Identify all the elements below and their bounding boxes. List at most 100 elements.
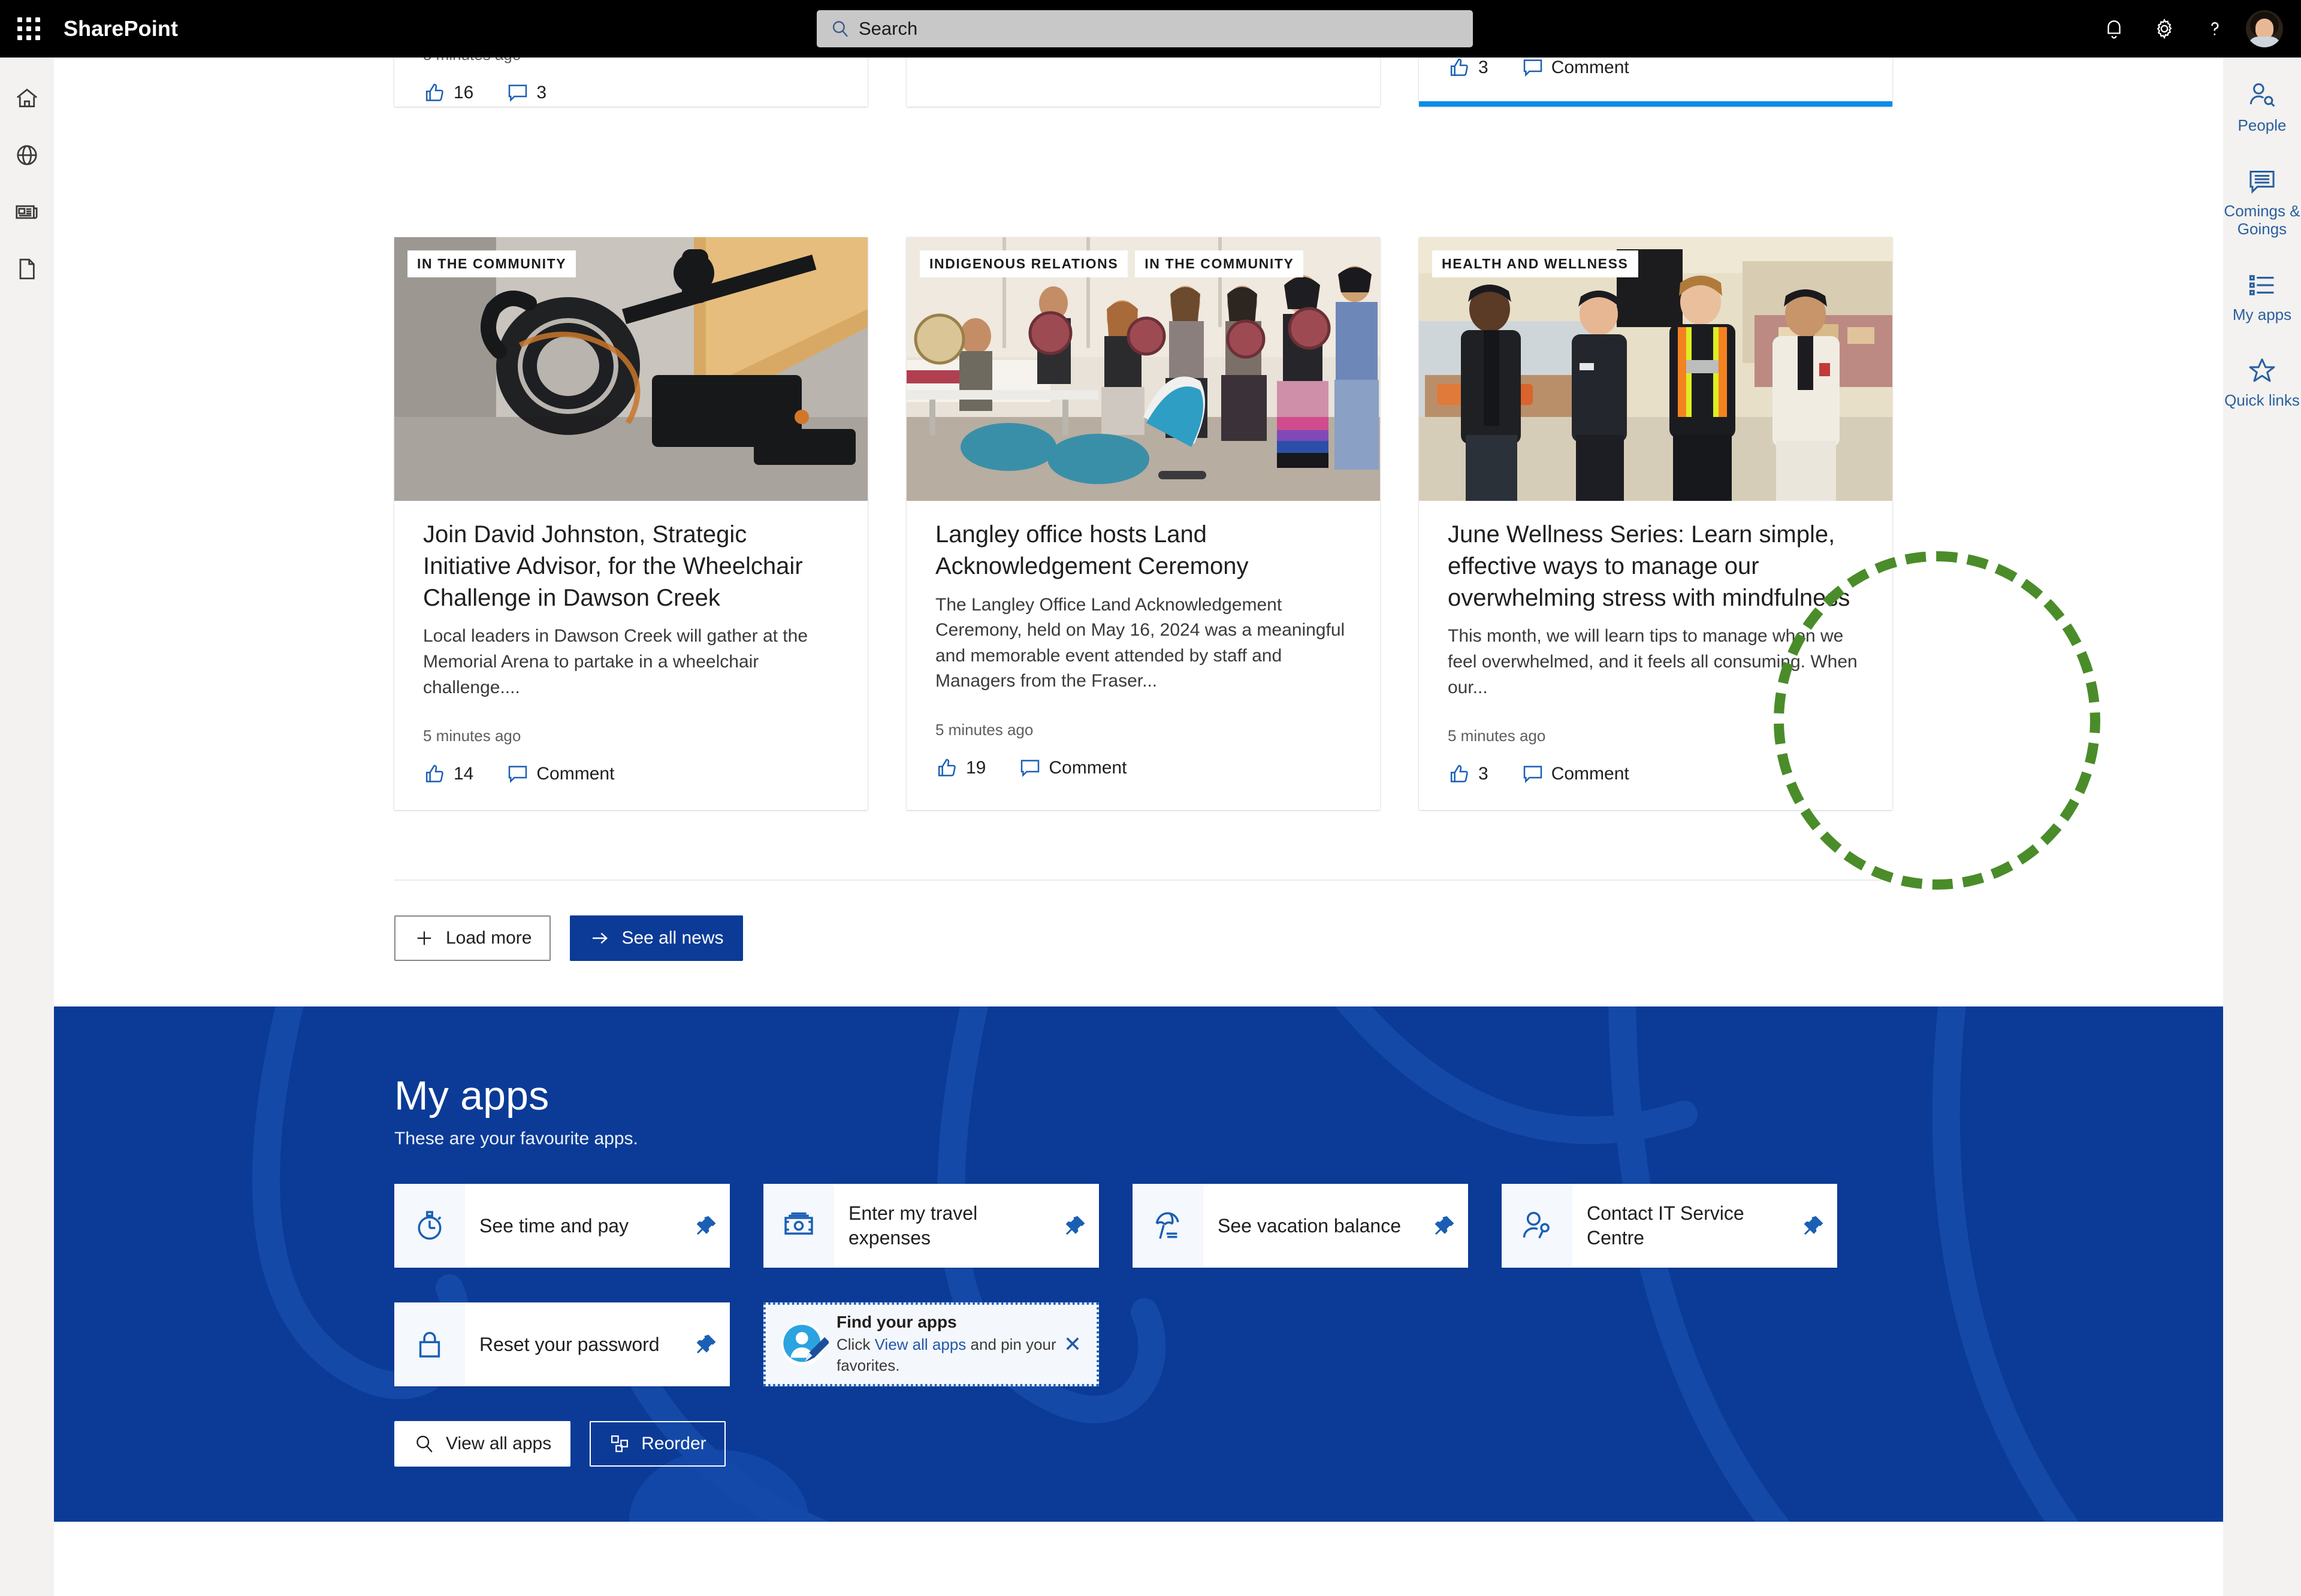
view-all-apps-link[interactable]: View all apps — [875, 1335, 967, 1353]
sidebar-item-people[interactable]: People — [2223, 80, 2301, 135]
like-button[interactable]: 16 — [423, 81, 473, 105]
help-question-icon[interactable] — [2190, 0, 2240, 58]
like-count: 14 — [454, 764, 473, 784]
news-card-title[interactable]: June Wellness Series: Learn simple, effe… — [1448, 519, 1864, 613]
like-button[interactable]: 3 — [1448, 762, 1488, 786]
app-tile-label: Reset your password — [465, 1332, 682, 1357]
news-card-actions: 14 Comment — [423, 762, 839, 810]
reorder-label: Reorder — [641, 1434, 706, 1454]
like-button[interactable]: 19 — [935, 756, 986, 780]
see-all-news-button[interactable]: See all news — [570, 915, 742, 961]
sidebar-item-comings-goings[interactable]: Comings & Goings — [2223, 166, 2301, 238]
news-tag[interactable]: IN THE COMMUNITY — [407, 250, 576, 277]
news-card-partial-2[interactable]: Community Inclusion 5 minutes ago 10 Com… — [907, 58, 1380, 107]
comment-button[interactable]: Comment — [506, 762, 614, 786]
beach-umbrella-icon — [1133, 1184, 1203, 1268]
comment-button[interactable]: Comment — [1521, 762, 1629, 786]
suite-title[interactable]: SharePoint — [64, 16, 178, 41]
news-card[interactable]: IN THE COMMUNITY Join David Johnston, St… — [394, 237, 868, 810]
person-wrench-icon — [1502, 1184, 1572, 1268]
news-card-description: The Langley Office Land Acknowledgement … — [935, 593, 1351, 694]
news-tag[interactable]: HEALTH AND WELLNESS — [1432, 250, 1638, 277]
news-tag[interactable]: IN THE COMMUNITY — [1135, 250, 1303, 277]
waffle-grid — [17, 17, 40, 40]
sidebar-item-label: Quick links — [2224, 392, 2300, 410]
news-card[interactable]: INDIGENOUS RELATIONS IN THE COMMUNITY La… — [907, 237, 1380, 810]
news-card-title[interactable]: Join David Johnston, Strategic Initiativ… — [423, 519, 839, 613]
my-apps-title: My apps — [394, 1072, 2223, 1119]
news-divider — [394, 879, 1882, 881]
sidebar-item-my-apps[interactable]: My apps — [2223, 270, 2301, 324]
callout-body: Click View all apps and pin your favorit… — [837, 1334, 1057, 1376]
reorder-button[interactable]: Reorder — [590, 1421, 725, 1467]
my-apps-icon — [2246, 270, 2278, 301]
thumbs-up-icon — [935, 756, 959, 780]
news-card-tags: INDIGENOUS RELATIONS IN THE COMMUNITY — [920, 250, 1303, 277]
plus-icon — [413, 927, 435, 949]
home-icon[interactable] — [0, 69, 54, 126]
comment-button[interactable]: Comment — [1521, 58, 1629, 80]
pin-icon[interactable] — [682, 1332, 730, 1356]
news-buttons: Load more See all news — [394, 915, 743, 961]
comment-icon — [1521, 58, 1545, 80]
app-launcher-waffle-icon[interactable] — [0, 0, 58, 58]
settings-gear-icon[interactable] — [2139, 0, 2190, 58]
search-input-placeholder: Search — [859, 18, 917, 40]
view-all-apps-label: View all apps — [446, 1434, 551, 1454]
comment-button[interactable]: 3 — [506, 81, 546, 105]
app-tile-enter-my-travel-expenses[interactable]: Enter my travel expenses — [763, 1184, 1099, 1268]
thumbs-up-icon — [423, 762, 447, 786]
globe-icon[interactable] — [0, 126, 54, 183]
news-tag[interactable]: INDIGENOUS RELATIONS — [920, 250, 1128, 277]
quick-links-icon — [2246, 355, 2278, 386]
comings-goings-icon — [2246, 166, 2278, 197]
pin-icon[interactable] — [1051, 1214, 1099, 1238]
news-card-partial-3[interactable]: 5 minutes ago 3 Comment — [1419, 58, 1892, 107]
pin-icon[interactable] — [682, 1214, 730, 1238]
news-timestamp: 5 minutes ago — [423, 58, 839, 64]
right-nav-rail: People Comings & Goings My apps Quick li… — [2223, 58, 2301, 1596]
lock-icon — [394, 1302, 465, 1386]
find-your-apps-callout: Find your apps Click View all apps and p… — [763, 1302, 1099, 1386]
app-tile-see-time-and-pay[interactable]: See time and pay — [394, 1184, 730, 1268]
sidebar-item-label: Comings & Goings — [2223, 202, 2301, 238]
pin-icon[interactable] — [1420, 1214, 1468, 1238]
avatar-face — [2255, 19, 2273, 39]
pin-icon[interactable] — [1789, 1214, 1837, 1238]
news-card-title[interactable]: Langley office hosts Land Acknowledgemen… — [935, 519, 1351, 582]
news-card-image: INDIGENOUS RELATIONS IN THE COMMUNITY — [907, 237, 1380, 501]
sidebar-item-quick-links[interactable]: Quick links — [2223, 355, 2301, 410]
like-button[interactable]: 14 — [423, 762, 473, 786]
page-icon[interactable] — [0, 240, 54, 297]
money-icon — [763, 1184, 834, 1268]
avatar[interactable] — [2246, 10, 2283, 47]
app-tile-reset-your-password[interactable]: Reset your password — [394, 1302, 730, 1386]
news-icon[interactable] — [0, 183, 54, 240]
arrow-right-icon — [589, 927, 611, 949]
my-apps-content: My apps These are your favourite apps. S… — [54, 1006, 2223, 1467]
load-more-button[interactable]: Load more — [394, 915, 551, 961]
app-tile-contact-it-service-centre[interactable]: Contact IT Service Centre — [1502, 1184, 1837, 1268]
callout-text: Find your apps Click View all apps and p… — [832, 1313, 1057, 1376]
news-card-description: Local leaders in Dawson Creek will gathe… — [423, 624, 839, 700]
callout-text-before: Click — [837, 1335, 875, 1353]
news-card-tags: IN THE COMMUNITY — [407, 250, 576, 277]
sidebar-item-label: My apps — [2233, 306, 2291, 324]
comment-button[interactable]: Comment — [1018, 756, 1127, 780]
news-card-partial-1[interactable]: 5 minutes ago 16 3 — [394, 58, 868, 107]
search-icon — [413, 1433, 435, 1455]
notifications-icon[interactable] — [2089, 0, 2139, 58]
suite-actions — [2089, 0, 2301, 58]
news-card-actions: 3 Comment — [1448, 58, 1864, 104]
news-card[interactable]: HEALTH AND WELLNESS June Wellness Series… — [1419, 237, 1892, 810]
news-card-body: June Wellness Series: Learn simple, effe… — [1419, 501, 1892, 810]
news-timestamp: 5 minutes ago — [423, 727, 839, 745]
like-button[interactable]: 3 — [1448, 58, 1488, 80]
news-card-actions: 19 Comment — [935, 756, 1351, 804]
comment-label: Comment — [1049, 758, 1127, 778]
news-card-image: HEALTH AND WELLNESS — [1419, 237, 1892, 501]
view-all-apps-button[interactable]: View all apps — [394, 1421, 570, 1467]
search-box[interactable]: Search — [817, 10, 1473, 47]
app-tile-see-vacation-balance[interactable]: See vacation balance — [1133, 1184, 1468, 1268]
close-icon[interactable]: ✕ — [1057, 1332, 1088, 1357]
